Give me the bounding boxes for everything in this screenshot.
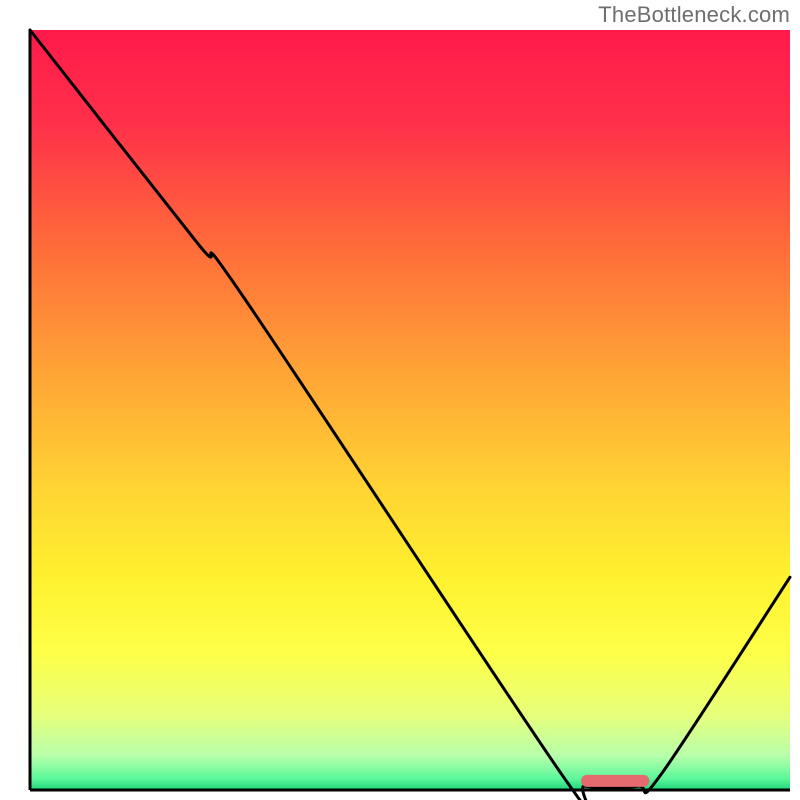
watermark-text: TheBottleneck.com bbox=[598, 2, 790, 28]
optimal-marker bbox=[581, 775, 649, 787]
chart-background-gradient bbox=[30, 30, 790, 790]
bottleneck-chart bbox=[0, 0, 800, 800]
chart-svg bbox=[0, 0, 800, 800]
